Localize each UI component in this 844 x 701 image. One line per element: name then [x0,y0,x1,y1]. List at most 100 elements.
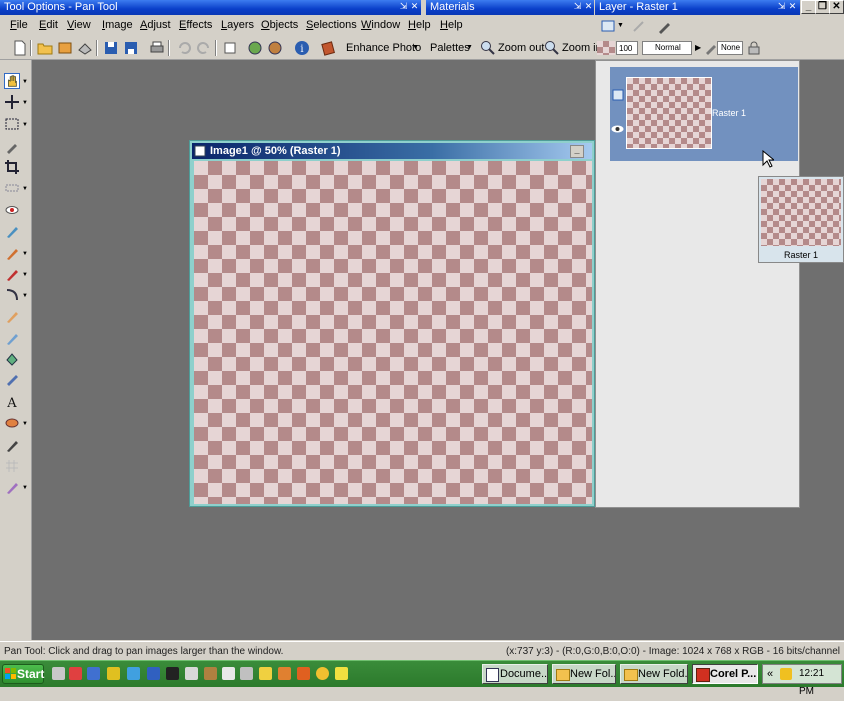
quicklaunch-app-1-icon[interactable] [52,667,65,680]
quicklaunch-app-4-icon[interactable] [107,667,120,680]
quicklaunch-app-9-icon[interactable] [204,667,217,680]
palettes-dropdown-icon[interactable]: ▼ [466,44,473,51]
quicklaunch-app-6-icon[interactable] [147,667,160,680]
shape-tool-arrow-icon[interactable]: ▼ [22,421,28,427]
picture-tube-icon[interactable] [4,372,20,388]
menu-selections[interactable]: Selections [306,19,357,31]
menu-image[interactable]: Image [102,19,133,31]
lock-icon[interactable] [748,41,760,55]
warp-brush-icon[interactable] [4,287,20,303]
new-layer-dropdown-icon[interactable]: ▼ [617,22,624,29]
delete-layer-icon[interactable] [631,19,646,34]
menu-view[interactable]: View [67,19,91,31]
image-canvas[interactable] [194,161,592,504]
undo-icon[interactable] [176,40,192,56]
blend-mode-arrow-icon[interactable]: ▶ [695,43,701,52]
print-icon[interactable] [149,40,165,56]
palettes-button[interactable]: Palettes [430,42,470,54]
pin-icon[interactable]: ⇲ [776,1,787,12]
pan-tool-icon[interactable] [4,73,20,89]
quicklaunch-app-7-icon[interactable] [166,667,179,680]
eraser-tool-icon[interactable] [4,330,20,346]
new-layer-icon[interactable] [600,19,616,34]
save-icon[interactable] [103,40,119,56]
pin-icon[interactable]: ⇲ [572,1,583,12]
menu-effects[interactable]: Effects [179,19,212,31]
menu-adjust[interactable]: Adjust [140,19,171,31]
zoom-in-icon[interactable] [544,40,560,56]
quicklaunch-app-12-icon[interactable] [259,667,272,680]
app-minimize-button[interactable]: _ [801,0,816,14]
quicklaunch-app-10-icon[interactable] [222,667,235,680]
blend-mode-select[interactable]: Normal [642,41,692,55]
close-icon[interactable]: ✕ [787,1,798,12]
layer-row-raster-1[interactable]: Raster 1 [610,67,798,161]
menu-objects[interactable]: Objects [261,19,298,31]
resize-icon[interactable] [267,40,283,56]
zoom-out-button[interactable]: Zoom out [498,42,544,54]
zoom-out-icon[interactable] [480,40,496,56]
shape-tool-icon[interactable] [4,415,20,431]
open-folder-icon[interactable] [37,40,53,56]
deform-tool-icon[interactable] [4,479,20,495]
start-button[interactable]: Start [2,664,44,684]
tray-expand-chevron[interactable]: « [767,665,773,683]
pin-icon[interactable]: ⇲ [398,1,409,12]
crop-to-selection-icon[interactable] [222,40,238,56]
menu-file[interactable]: File [10,19,28,31]
menu-help[interactable]: Help [408,19,431,31]
lighten-brush-icon[interactable] [4,308,20,324]
tool-options-titlebar[interactable]: Tool Options - Pan Tool ⇲ ✕ [0,0,421,15]
visibility-eye-icon[interactable] [611,125,624,133]
materials-titlebar[interactable]: Materials ⇲ ✕ [426,0,594,15]
quicklaunch-app-15-icon[interactable] [316,667,329,680]
paint-brush-arrow-icon[interactable]: ▼ [22,272,28,278]
app-restore-button[interactable]: ❐ [815,0,830,14]
quicklaunch-app-11-icon[interactable] [240,667,253,680]
rotate-icon[interactable] [247,40,263,56]
image-minimize-button[interactable]: _ [570,145,584,158]
info-icon[interactable]: i [294,40,310,56]
image-window-titlebar[interactable]: Image1 @ 50% (Raster 1) _ [192,143,592,159]
move-tool-arrow-icon[interactable]: ▼ [22,100,28,106]
menu-window[interactable]: Window [361,19,400,31]
task-documents[interactable]: Docume... [482,664,548,684]
enhance-photo-icon[interactable] [320,40,336,56]
straighten-tool-icon[interactable] [4,180,20,196]
warp-brush-arrow-icon[interactable]: ▼ [22,293,28,299]
task-corel[interactable]: Corel P... [692,664,758,684]
menu-help-2[interactable]: Help [440,19,463,31]
opacity-field[interactable]: 100 [616,41,638,55]
zoom-in-button[interactable]: Zoom in [562,42,602,54]
menu-layers[interactable]: Layers [221,19,254,31]
quicklaunch-app-5-icon[interactable] [127,667,140,680]
layer-titlebar[interactable]: Layer - Raster 1 ⇲ ✕ [595,0,800,15]
browse-icon[interactable] [57,40,73,56]
selection-tool-arrow-icon[interactable]: ▼ [22,122,28,128]
enhance-photo-button[interactable]: Enhance Photo [346,42,421,54]
text-tool-icon[interactable]: A [4,394,20,410]
image-window[interactable]: Image1 @ 50% (Raster 1) _ [189,140,595,507]
quicklaunch-app-14-icon[interactable] [297,667,310,680]
quicklaunch-app-16-icon[interactable] [335,667,348,680]
scan-icon[interactable] [77,40,93,56]
crop-tool-icon[interactable] [4,159,20,175]
makeover-tool-icon[interactable] [4,223,20,239]
red-eye-tool-icon[interactable] [4,202,20,218]
selection-tool-icon[interactable] [4,116,20,132]
straighten-tool-arrow-icon[interactable]: ▼ [22,186,28,192]
clone-brush-arrow-icon[interactable]: ▼ [22,251,28,257]
redo-icon[interactable] [196,40,212,56]
clone-brush-icon[interactable] [4,245,20,261]
new-file-icon[interactable] [12,40,28,56]
menu-edit[interactable]: Edit [39,19,58,31]
edit-layer-icon[interactable] [657,19,672,34]
move-tool-icon[interactable] [4,94,20,110]
quicklaunch-app-3-icon[interactable] [87,667,100,680]
dropper-tool-icon[interactable] [4,138,20,154]
task-new-folder-1[interactable]: New Fol... [552,664,616,684]
app-close-button[interactable]: ✕ [829,0,844,14]
mesh-warp-icon[interactable] [4,458,20,474]
quicklaunch-app-2-icon[interactable] [69,667,82,680]
close-icon[interactable]: ✕ [583,1,594,12]
